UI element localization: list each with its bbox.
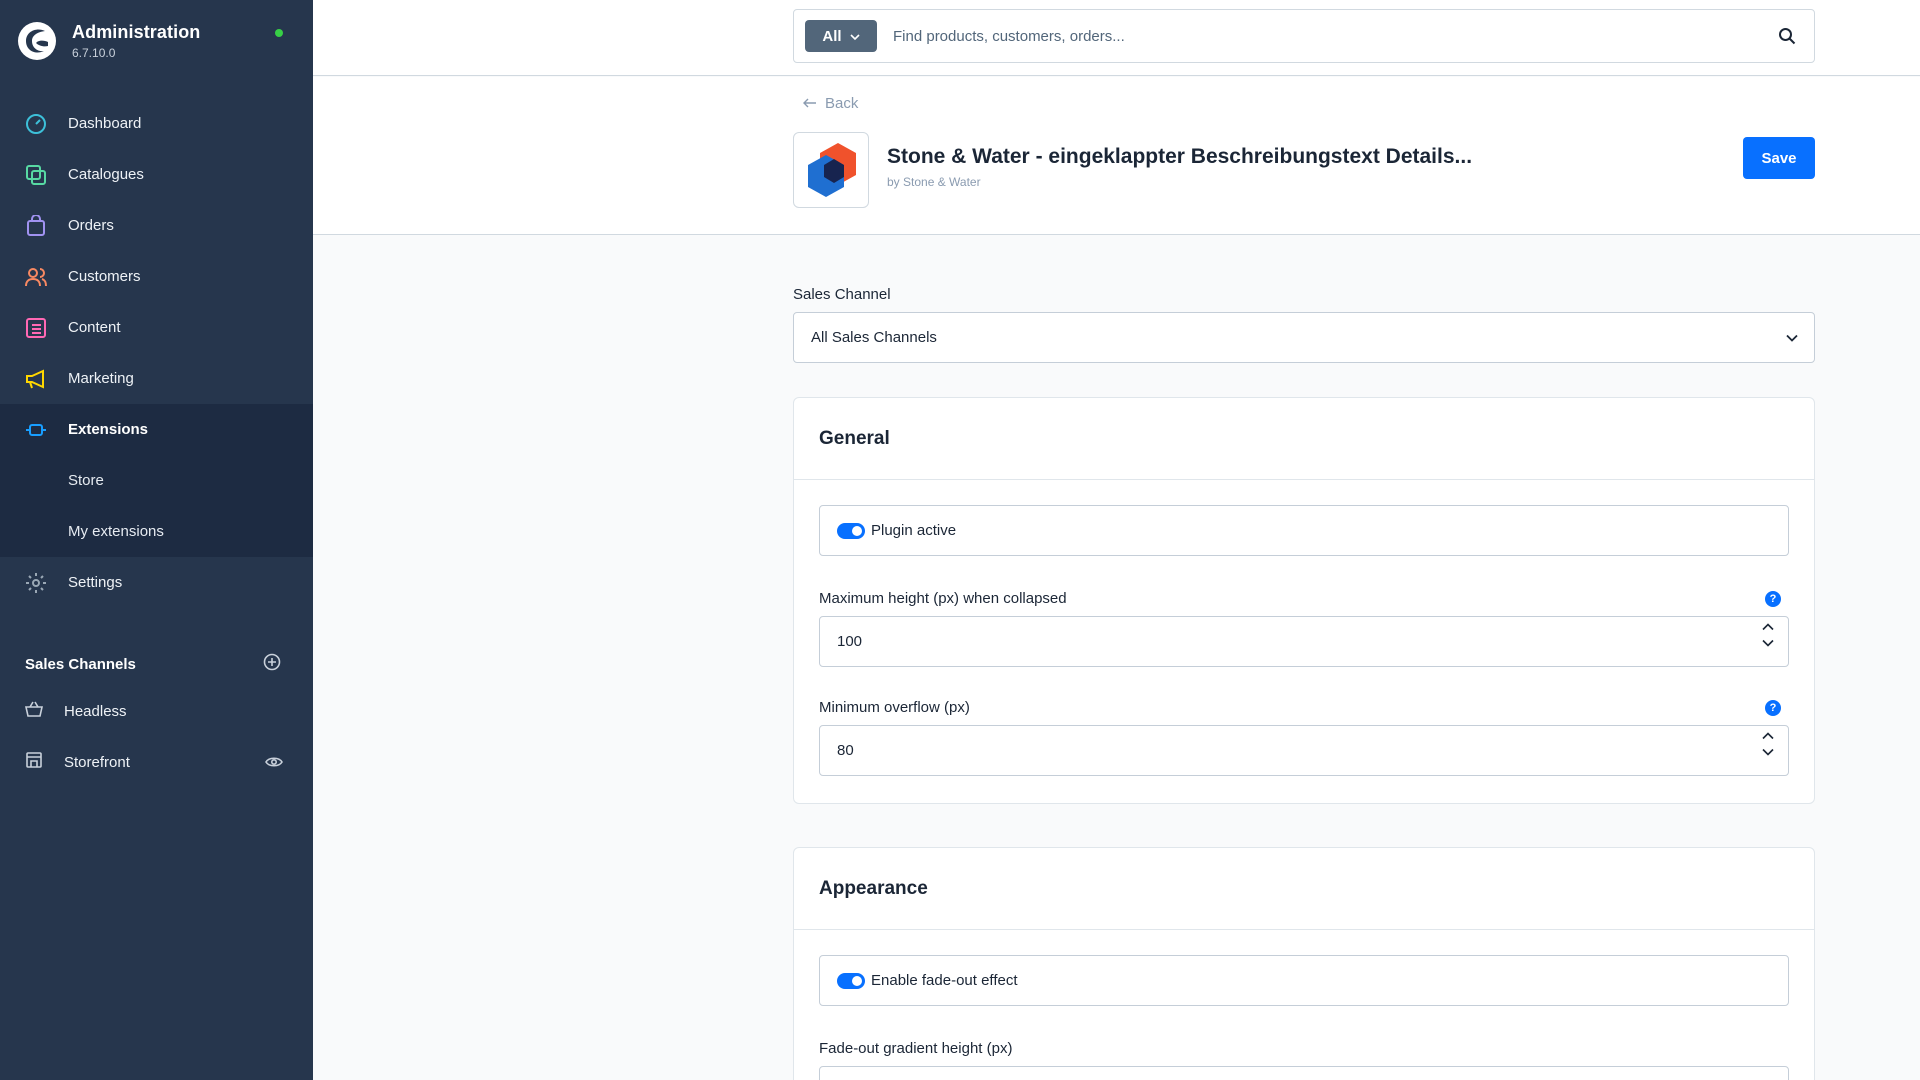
settings-icon bbox=[25, 572, 47, 594]
back-link[interactable]: Back bbox=[803, 95, 858, 112]
chevron-down-icon[interactable] bbox=[1762, 639, 1774, 647]
plugin-active-field: Plugin active bbox=[819, 505, 1789, 556]
plugin-active-toggle[interactable] bbox=[837, 522, 865, 539]
sidebar-item-catalogues[interactable]: Catalogues bbox=[0, 149, 313, 200]
sidebar-item-dashboard[interactable]: Dashboard bbox=[0, 98, 313, 149]
chevron-up-icon[interactable] bbox=[1762, 623, 1774, 631]
sidebar-item-marketing[interactable]: Marketing bbox=[0, 353, 313, 404]
content-icon bbox=[25, 317, 47, 339]
sidebar-item-label: Catalogues bbox=[68, 166, 144, 183]
search-type-dropdown[interactable]: All bbox=[805, 20, 877, 52]
help-icon[interactable]: ? bbox=[1765, 590, 1781, 607]
main-nav: Dashboard Catalogues Orders Customers Co… bbox=[0, 98, 313, 608]
chevron-up-icon[interactable] bbox=[1762, 732, 1774, 740]
search-icon[interactable] bbox=[1760, 10, 1814, 62]
min-overflow-input[interactable]: 80 bbox=[819, 725, 1789, 776]
page-header: Back Stone & Water - eingeklappter Besch… bbox=[313, 77, 1920, 235]
sidebar-item-label: Orders bbox=[68, 217, 114, 234]
orders-icon bbox=[25, 214, 47, 237]
dashboard-icon bbox=[25, 113, 47, 135]
sales-channel-label: Headless bbox=[64, 702, 127, 720]
app-version: 6.7.10.0 bbox=[72, 46, 116, 60]
chevron-down-icon bbox=[1786, 329, 1798, 346]
appearance-card: Appearance Enable fade-out effect Fade-o… bbox=[793, 847, 1815, 1080]
shopware-logo-icon bbox=[18, 22, 56, 60]
gradient-height-input[interactable] bbox=[819, 1066, 1789, 1080]
sidebar-item-customers[interactable]: Customers bbox=[0, 251, 313, 302]
search-input[interactable] bbox=[893, 27, 1760, 45]
sales-channels-heading: Sales Channels bbox=[25, 655, 136, 673]
sidebar-item-label: Content bbox=[68, 319, 121, 336]
search-type-label: All bbox=[822, 27, 842, 45]
general-card: General Plugin active Maximum height (px… bbox=[793, 397, 1815, 804]
help-icon[interactable]: ? bbox=[1765, 699, 1781, 716]
min-overflow-stepper bbox=[1762, 732, 1774, 756]
sidebar: Administration 6.7.10.0 Dashboard Catalo… bbox=[0, 0, 313, 1080]
catalogues-icon bbox=[25, 164, 47, 186]
storefront-icon bbox=[25, 751, 43, 773]
sidebar-item-settings[interactable]: Settings bbox=[0, 557, 313, 608]
global-search: All bbox=[793, 9, 1815, 63]
sales-channel-section: Sales Channel All Sales Channels bbox=[793, 286, 1815, 363]
save-button[interactable]: Save bbox=[1743, 137, 1815, 179]
arrow-left-icon bbox=[803, 95, 817, 112]
sales-channel-storefront[interactable]: Storefront bbox=[25, 747, 283, 777]
sidebar-item-label: Dashboard bbox=[68, 115, 142, 132]
sidebar-item-label: Customers bbox=[68, 268, 141, 285]
chevron-down-icon bbox=[850, 28, 860, 45]
page-title: Stone & Water - eingeklappter Beschreibu… bbox=[887, 145, 1473, 168]
max-height-stepper bbox=[1762, 623, 1774, 647]
back-label: Back bbox=[825, 95, 859, 112]
plugin-active-label: Plugin active bbox=[871, 522, 957, 539]
top-bar: All bbox=[313, 0, 1920, 76]
sidebar-item-label: Extensions bbox=[68, 421, 149, 438]
marketing-icon bbox=[25, 368, 47, 390]
sidebar-item-label: Settings bbox=[68, 574, 123, 591]
plugin-author: by Stone & Water bbox=[887, 175, 981, 189]
sidebar-item-my-extensions[interactable]: My extensions bbox=[0, 506, 313, 557]
plugin-logo bbox=[793, 132, 869, 208]
fade-out-field: Enable fade-out effect bbox=[819, 955, 1789, 1006]
max-height-label: Maximum height (px) when collapsed bbox=[819, 590, 1067, 607]
general-card-title: General bbox=[794, 398, 1814, 480]
basket-icon bbox=[25, 700, 43, 722]
sidebar-item-extensions[interactable]: Extensions bbox=[0, 404, 313, 455]
app-title: Administration bbox=[72, 22, 201, 42]
sales-channel-label: Sales Channel bbox=[793, 286, 891, 303]
sidebar-item-orders[interactable]: Orders bbox=[0, 200, 313, 251]
status-indicator bbox=[275, 29, 283, 37]
customers-icon bbox=[25, 266, 47, 288]
stone-water-logo-icon bbox=[808, 143, 856, 197]
extensions-submenu: Store My extensions bbox=[0, 455, 313, 557]
sidebar-item-content[interactable]: Content bbox=[0, 302, 313, 353]
eye-icon[interactable] bbox=[265, 753, 283, 771]
sidebar-item-label: Marketing bbox=[68, 370, 134, 387]
sales-channel-headless[interactable]: Headless bbox=[25, 696, 283, 726]
sidebar-item-store[interactable]: Store bbox=[0, 455, 313, 506]
max-height-value: 100 bbox=[837, 633, 863, 650]
min-overflow-label: Minimum overflow (px) bbox=[819, 699, 970, 716]
min-overflow-value: 80 bbox=[837, 742, 854, 759]
fade-out-label: Enable fade-out effect bbox=[871, 972, 1018, 989]
sales-channels-header: Sales Channels bbox=[25, 653, 281, 675]
extensions-icon bbox=[25, 419, 47, 441]
max-height-input[interactable]: 100 bbox=[819, 616, 1789, 667]
sales-channel-select[interactable]: All Sales Channels bbox=[793, 312, 1815, 363]
appearance-card-title: Appearance bbox=[794, 848, 1814, 930]
sales-channel-value: All Sales Channels bbox=[811, 329, 937, 346]
sales-channel-label: Storefront bbox=[64, 753, 130, 771]
add-sales-channel-icon[interactable] bbox=[263, 653, 281, 675]
gradient-height-label: Fade-out gradient height (px) bbox=[819, 1040, 1013, 1057]
fade-out-toggle[interactable] bbox=[837, 972, 865, 989]
brand[interactable]: Administration 6.7.10.0 bbox=[18, 22, 200, 60]
chevron-down-icon[interactable] bbox=[1762, 748, 1774, 756]
